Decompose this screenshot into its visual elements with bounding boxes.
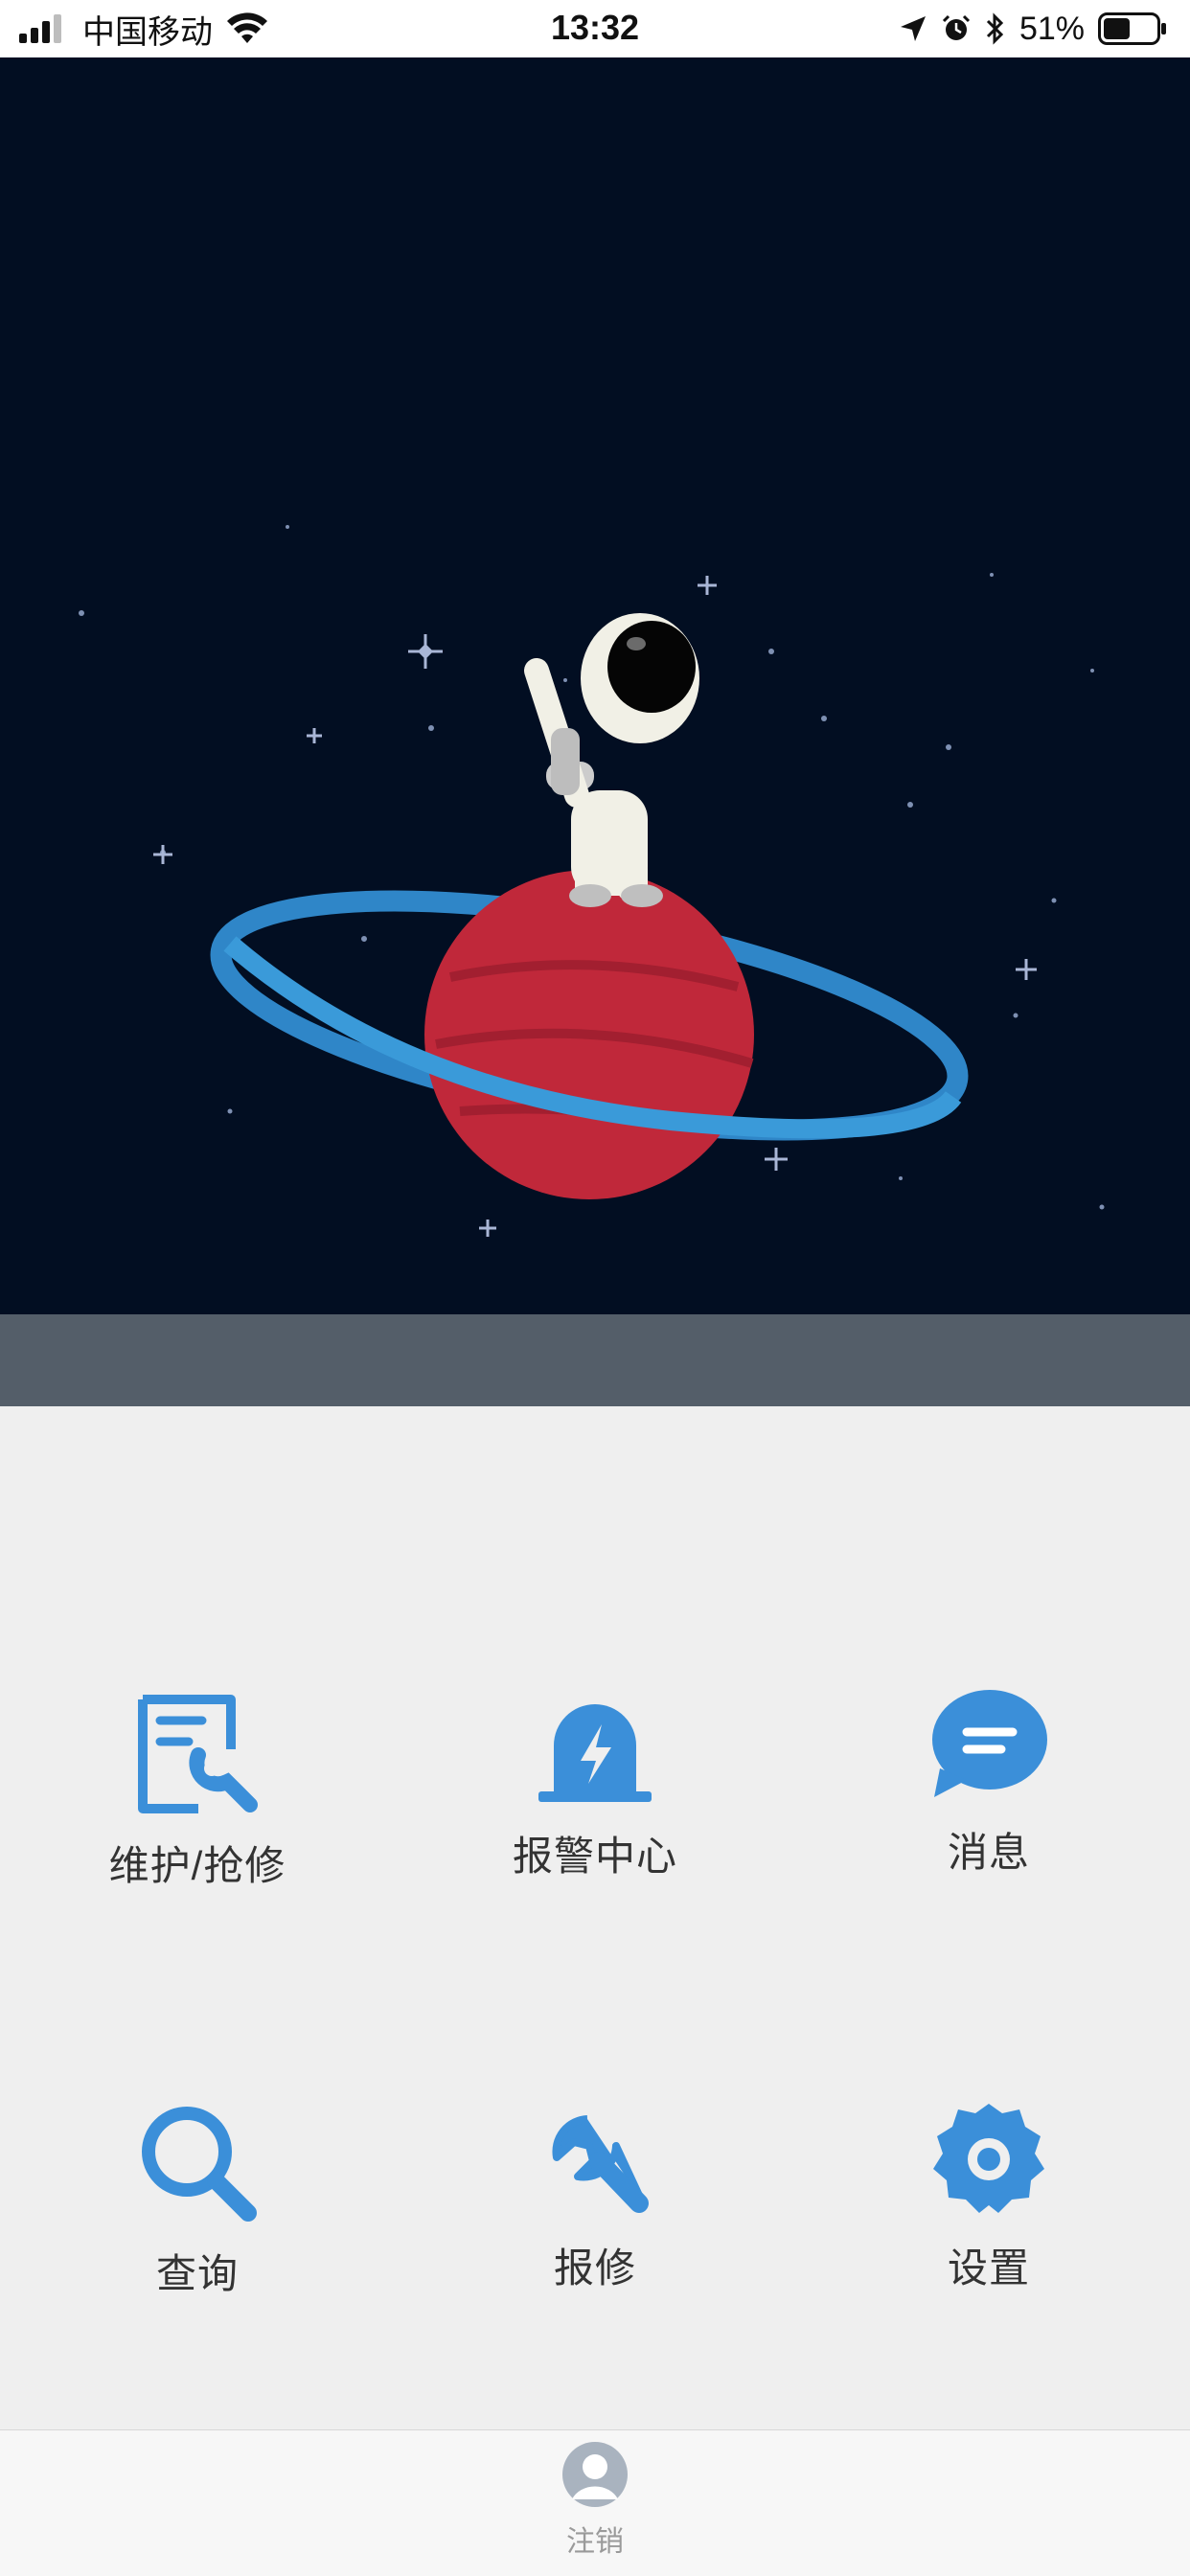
menu-item-label: 报警中心 bbox=[512, 1834, 677, 1879]
space-illustration bbox=[79, 525, 1105, 1237]
menu-item-search[interactable]: 查询 bbox=[73, 2100, 322, 2300]
battery-percent: 51% bbox=[1018, 10, 1085, 47]
search-icon bbox=[142, 2107, 257, 2222]
battery-icon bbox=[1098, 12, 1166, 45]
main-menu: 维护/抢修 报警中心 消息 查询 报修 设置 bbox=[0, 1406, 1190, 2429]
alarm-clock-icon bbox=[942, 14, 970, 40]
maintenance-icon bbox=[138, 1695, 258, 1813]
logout-tab[interactable]: 注销 bbox=[499, 2440, 691, 2560]
bottom-tab-bar: 注销 bbox=[0, 2429, 1190, 2576]
wrench-icon bbox=[552, 2115, 649, 2213]
message-icon bbox=[932, 1690, 1047, 1797]
status-bar: 中国移动 13:32 51% bbox=[0, 0, 1190, 57]
alarm-icon bbox=[538, 1704, 652, 1802]
hero-banner bbox=[0, 57, 1190, 1314]
location-arrow-icon bbox=[900, 16, 926, 41]
menu-item-repair[interactable]: 报修 bbox=[470, 2100, 720, 2294]
menu-item-label: 消息 bbox=[947, 1830, 1030, 1875]
user-avatar-icon bbox=[562, 2442, 628, 2507]
menu-item-label: 查询 bbox=[155, 2251, 239, 2296]
menu-item-label: 设置 bbox=[947, 2245, 1030, 2291]
logout-label: 注销 bbox=[566, 2526, 624, 2558]
menu-item-alarm-center[interactable]: 报警中心 bbox=[470, 1692, 720, 1882]
bluetooth-icon bbox=[986, 12, 1004, 45]
menu-item-label: 报修 bbox=[553, 2245, 636, 2291]
menu-item-maintenance[interactable]: 维护/抢修 bbox=[73, 1692, 322, 1892]
status-right: 51% bbox=[899, 10, 1167, 48]
menu-item-label: 维护/抢修 bbox=[108, 1843, 286, 1888]
hero-footer-strip bbox=[0, 1314, 1190, 1406]
settings-icon bbox=[933, 2104, 1044, 2213]
menu-item-messages[interactable]: 消息 bbox=[864, 1686, 1113, 1879]
astronaut-illustration bbox=[524, 613, 699, 907]
menu-item-settings[interactable]: 设置 bbox=[864, 2100, 1113, 2294]
